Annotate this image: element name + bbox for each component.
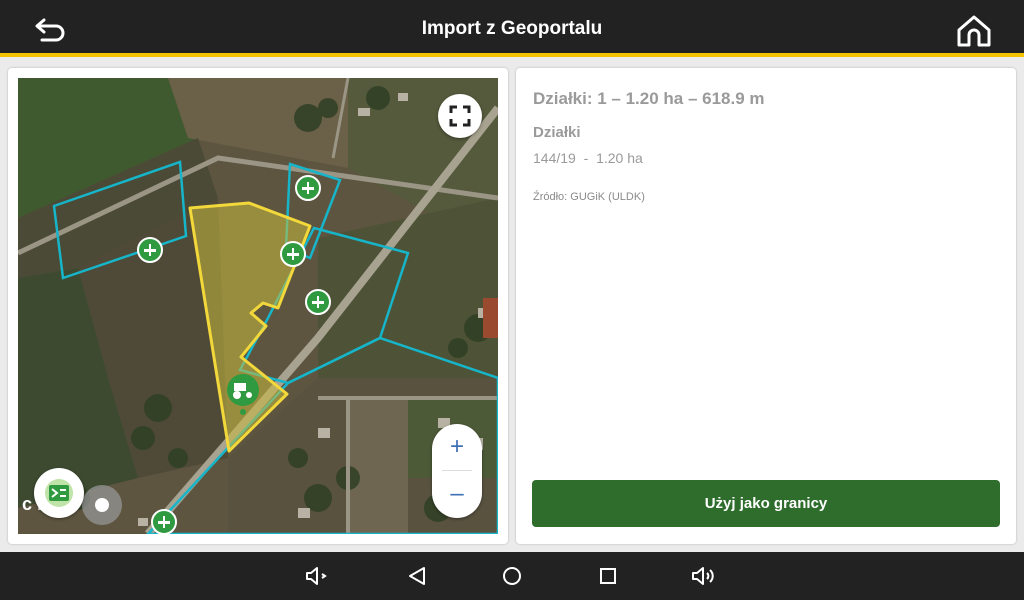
page-title: Import z Geoportalu xyxy=(421,18,603,39)
map-card: + – c r xyxy=(8,68,508,544)
fullscreen-button[interactable] xyxy=(438,94,482,138)
system-navigation-bar xyxy=(0,552,1024,600)
parcel-separator: - xyxy=(575,150,597,166)
home-icon xyxy=(957,15,991,47)
zoom-in-button[interactable]: + xyxy=(432,424,482,470)
recents-square-icon[interactable] xyxy=(594,564,622,588)
zoom-controls: + – xyxy=(432,424,482,518)
back-triangle-icon[interactable] xyxy=(404,564,432,588)
home-button[interactable] xyxy=(952,12,996,50)
parcel-id: 144/19 xyxy=(533,150,576,166)
parcels-section-label: Działki xyxy=(533,124,581,141)
use-as-boundary-button[interactable]: Użyj jako granicy xyxy=(532,480,1000,527)
satellite-map[interactable]: + – c r xyxy=(18,78,498,534)
map-layers-button[interactable] xyxy=(34,468,84,518)
add-parcel-marker[interactable] xyxy=(151,509,177,534)
add-parcel-marker[interactable] xyxy=(305,289,331,315)
fullscreen-icon xyxy=(449,105,471,127)
home-circle-icon[interactable] xyxy=(498,564,526,588)
parcels-summary: Działki: 1 – 1.20 ha – 618.9 m xyxy=(533,89,765,108)
app-header: Import z Geoportalu xyxy=(0,0,1024,57)
parcel-area: 1.20 ha xyxy=(596,150,643,166)
add-parcel-marker[interactable] xyxy=(280,241,306,267)
zoom-out-button[interactable]: – xyxy=(432,471,482,517)
data-source: Źródło: GUGiK (ULDK) xyxy=(533,191,645,203)
add-parcel-marker[interactable] xyxy=(137,237,163,263)
volume-down-icon[interactable] xyxy=(304,564,332,588)
add-parcel-marker[interactable] xyxy=(295,175,321,201)
volume-up-icon[interactable] xyxy=(690,564,718,588)
satellite-imagery xyxy=(18,78,498,534)
map-layers-icon xyxy=(45,479,73,507)
list-item: 144/19 - 1.20 ha xyxy=(533,150,643,166)
location-button[interactable] xyxy=(82,485,122,525)
parcel-info-panel: Działki: 1 – 1.20 ha – 618.9 m Działki 1… xyxy=(516,68,1016,544)
